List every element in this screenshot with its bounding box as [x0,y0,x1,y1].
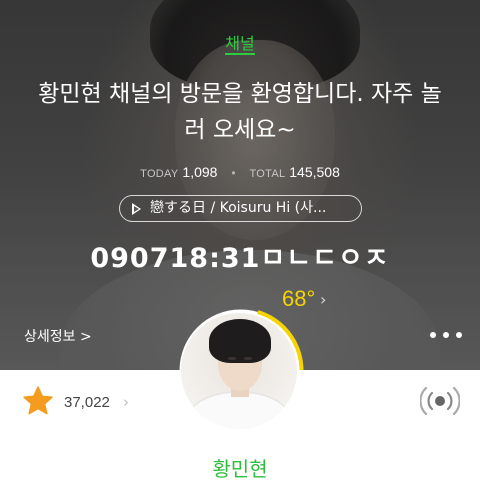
temperature-chevron-icon[interactable]: › [320,290,326,309]
music-track-title: 戀する日 / Koisuru Hi (사... [150,200,327,216]
total-label: TOTAL [249,168,286,180]
broadcast-icon[interactable] [420,384,460,418]
channel-owner-name: 황민현 [212,457,268,481]
stats-separator: • [231,166,236,180]
star-icon[interactable] [22,385,54,417]
status-message: 090718:31ㅁㄴㄷㅇㅈ [90,243,390,274]
detail-info-link[interactable]: 상세정보 > [24,326,92,346]
more-dots-icon[interactable] [430,330,464,340]
temperature-value[interactable]: 68° [282,286,315,312]
favorite-chevron-icon[interactable]: › [123,393,129,411]
today-label: TODAY [140,168,179,180]
profile-avatar[interactable] [181,313,297,429]
channel-tab-label[interactable]: 채널 [0,30,480,54]
favorite-count[interactable]: 37,022 [64,394,110,411]
music-player-button[interactable]: 戀する日 / Koisuru Hi (사... [119,195,362,222]
welcome-message: 황민현 채널의 방문을 환영합니다. 자주 놀러 오세요~ [38,81,442,143]
visitor-stats: TODAY 1,098 • TOTAL 145,508 [0,164,480,180]
total-count: 145,508 [289,164,340,180]
today-count: 1,098 [182,164,218,180]
channel-tab-underline [225,53,255,55]
